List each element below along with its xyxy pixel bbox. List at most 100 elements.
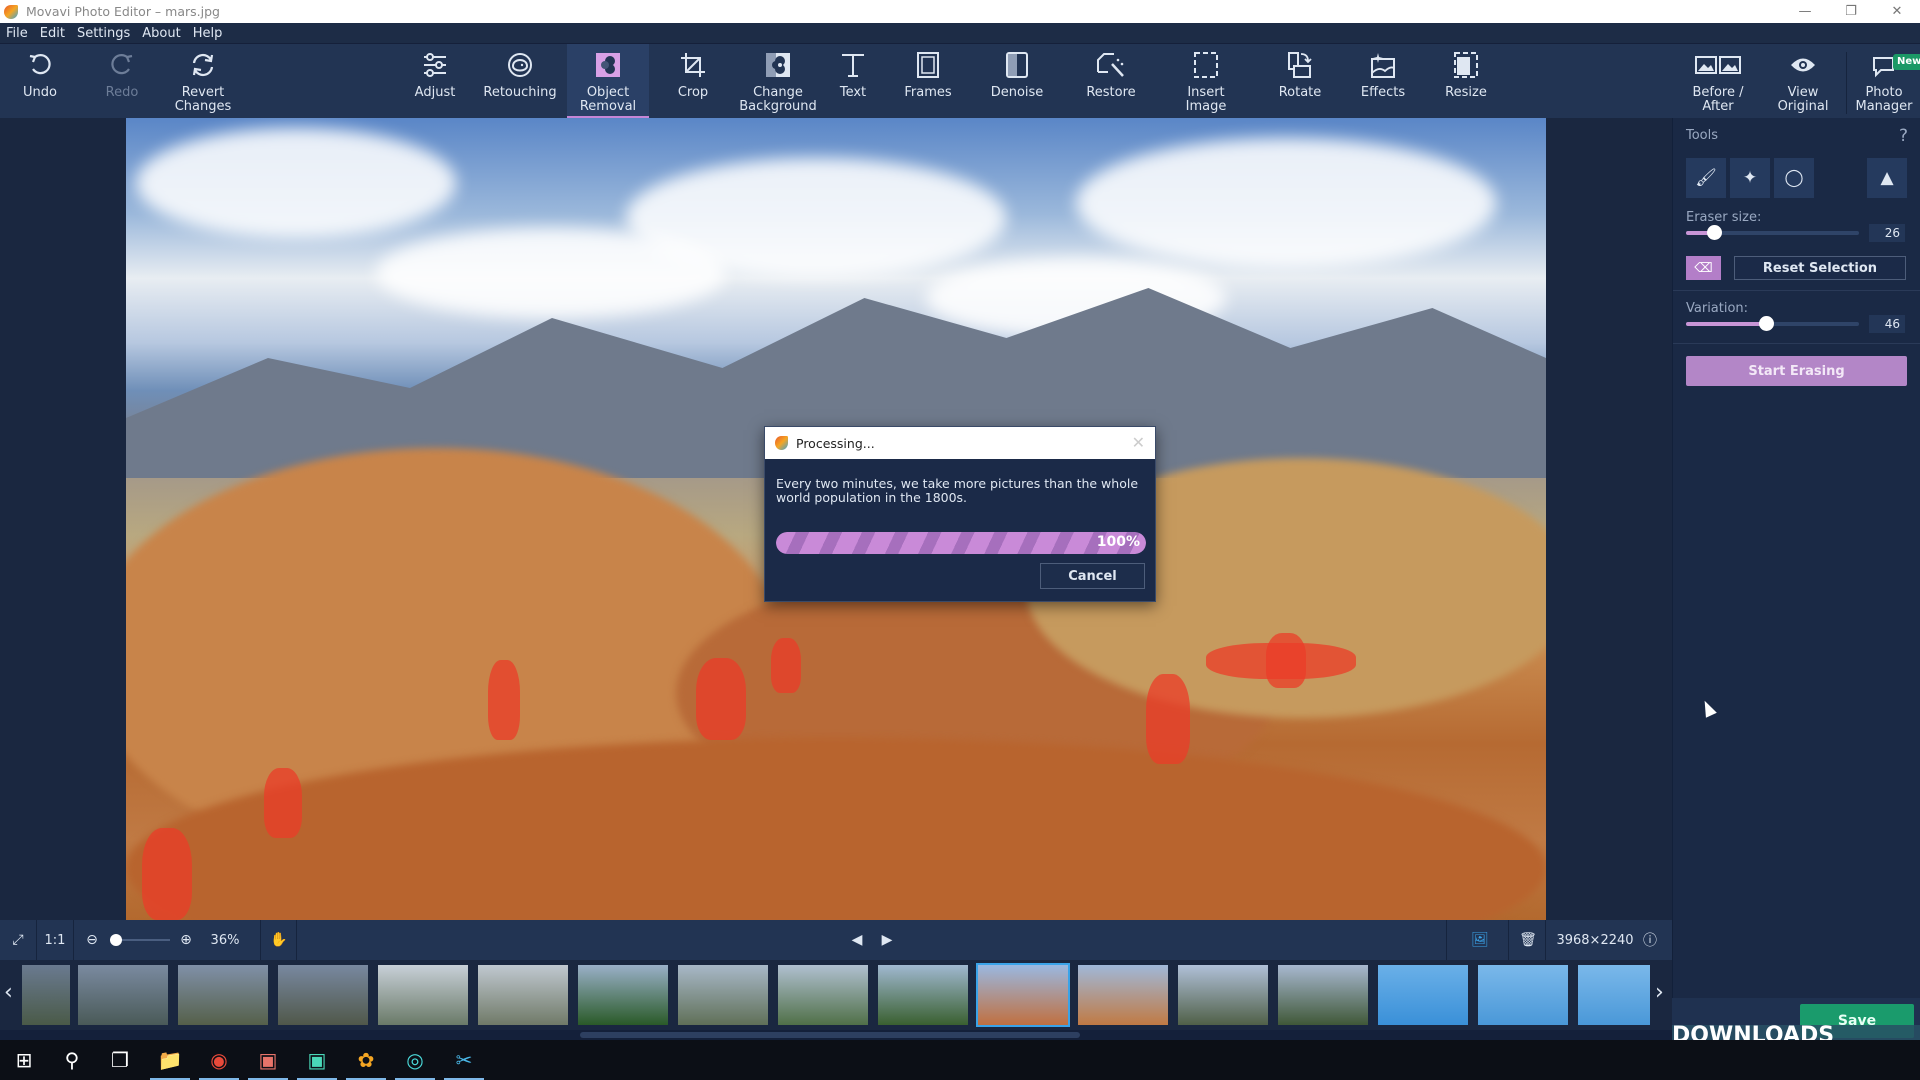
lasso-tool-button[interactable]: ◯ xyxy=(1774,158,1814,198)
view-original-button[interactable]: View Original xyxy=(1772,44,1834,118)
tool-resize[interactable]: Resize xyxy=(1435,44,1497,118)
thumbnail[interactable] xyxy=(1378,965,1468,1025)
app-logo-icon xyxy=(4,4,18,19)
start-erasing-button[interactable]: Start Erasing xyxy=(1686,356,1907,386)
canvas-area: Processing... ✕ Every two minutes, we ta… xyxy=(0,118,1672,920)
thumbnail[interactable] xyxy=(1278,965,1368,1025)
menu-about[interactable]: About xyxy=(136,26,186,41)
divider xyxy=(1673,343,1920,344)
variation-value[interactable]: 46 xyxy=(1869,315,1905,333)
cancel-button[interactable]: Cancel xyxy=(1040,563,1145,589)
before-after-button[interactable]: Before / After xyxy=(1688,44,1748,118)
reset-selection-button[interactable]: Reset Selection xyxy=(1734,256,1906,280)
taskbar-video-editor[interactable]: ▣ xyxy=(244,1040,292,1080)
tool-retouching[interactable]: Retouching xyxy=(480,44,560,118)
thumbnail[interactable] xyxy=(178,965,268,1025)
magic-wand-tool-button[interactable]: ✦ xyxy=(1730,158,1770,198)
menu-edit[interactable]: Edit xyxy=(34,26,71,41)
taskbar-chrome[interactable]: ◉ xyxy=(195,1040,243,1080)
help-icon[interactable]: ? xyxy=(1899,126,1908,146)
brush-tool-button[interactable]: 🖌 xyxy=(1686,158,1726,198)
thumbnail[interactable] xyxy=(1478,965,1568,1025)
task-view-button[interactable]: ❐ xyxy=(96,1040,144,1080)
progress-label: 100% xyxy=(1096,534,1140,550)
thumbnail[interactable] xyxy=(22,965,70,1025)
thumbnail[interactable] xyxy=(378,965,468,1025)
slider-handle[interactable] xyxy=(1758,316,1774,331)
variation-slider[interactable] xyxy=(1686,316,1859,331)
selected-object xyxy=(142,828,192,920)
zoom-out-button[interactable]: ⊖ xyxy=(80,920,104,960)
tool-insert-image[interactable]: Insert Image xyxy=(1175,44,1237,118)
scrollbar-thumb[interactable] xyxy=(580,1032,1080,1038)
window-controls: — ❐ ✕ xyxy=(1782,0,1920,23)
actual-size-button[interactable]: 1:1 xyxy=(37,920,73,960)
thumbnail[interactable] xyxy=(478,965,568,1025)
restore-button[interactable]: ❐ xyxy=(1828,0,1874,23)
frame-icon xyxy=(917,52,939,78)
close-button[interactable]: ✕ xyxy=(1874,0,1920,23)
filmstrip-next-icon[interactable]: › xyxy=(1655,980,1664,1005)
view-controls-bar: ⤢ 1:1 ⊖ ⊕ 36% ✋ ◀ ▶ 🖼 🗑 3968×2240 ⓘ xyxy=(0,920,1672,960)
thumbnail[interactable] xyxy=(678,965,768,1025)
tool-restore[interactable]: Restore xyxy=(1075,44,1147,118)
minimize-button[interactable]: — xyxy=(1782,0,1828,23)
search-button[interactable]: ⚲ xyxy=(48,1040,96,1080)
tool-frames[interactable]: Frames xyxy=(898,44,958,118)
thumbnail[interactable] xyxy=(878,965,968,1025)
eraser-size-slider[interactable] xyxy=(1686,225,1859,240)
thumbnail[interactable] xyxy=(1578,965,1650,1025)
stamp-tool-button[interactable]: ▲ xyxy=(1867,158,1907,198)
crop-icon xyxy=(681,53,705,77)
tool-adjust[interactable]: Adjust xyxy=(405,44,465,118)
redo-button[interactable]: Redo xyxy=(92,44,152,118)
taskbar-file-explorer[interactable]: 📁 xyxy=(146,1040,194,1080)
start-button[interactable]: ⊞ xyxy=(0,1040,48,1080)
menu-help[interactable]: Help xyxy=(187,26,229,41)
taskbar-photo-editor[interactable]: ✿ xyxy=(342,1040,390,1080)
thumbnail-selected[interactable] xyxy=(976,963,1070,1027)
object-removal-panel: Tools ? 🖌 ✦ ◯ ▲ Eraser size: 26 ⌫ Reset … xyxy=(1672,118,1920,998)
filmstrip-prev-icon[interactable]: ‹ xyxy=(4,980,13,1005)
taskbar-screen-capture[interactable]: ✂ xyxy=(440,1040,488,1080)
revert-changes-button[interactable]: Revert Changes xyxy=(168,44,238,118)
filmstrip: ‹ › xyxy=(0,960,1672,1030)
thumbnail[interactable] xyxy=(1178,965,1268,1025)
thumbnail[interactable] xyxy=(78,965,168,1025)
variation-label: Variation: xyxy=(1686,301,1749,316)
filmstrip-toggle-button[interactable]: 🖼 xyxy=(1450,920,1510,960)
tool-text[interactable]: Text xyxy=(823,44,883,118)
thumbnail[interactable] xyxy=(578,965,668,1025)
eraser-size-value[interactable]: 26 xyxy=(1869,224,1905,242)
previous-image-button[interactable]: ◀ xyxy=(845,920,869,960)
thumbnail[interactable] xyxy=(278,965,368,1025)
slider-handle[interactable] xyxy=(1706,225,1722,240)
zoom-slider-handle[interactable] xyxy=(110,934,122,946)
tool-crop[interactable]: Crop xyxy=(663,44,723,118)
thumbnail[interactable] xyxy=(778,965,868,1025)
dialog-close-icon[interactable]: ✕ xyxy=(1132,433,1145,452)
eraser-button[interactable]: ⌫ xyxy=(1686,256,1721,280)
tool-change-background[interactable]: Change Background xyxy=(732,44,824,118)
zoom-in-button[interactable]: ⊕ xyxy=(174,920,198,960)
info-button[interactable]: ⓘ xyxy=(1638,920,1662,960)
taskbar-app-owl[interactable]: ◎ xyxy=(391,1040,439,1080)
tool-denoise[interactable]: Denoise xyxy=(982,44,1052,118)
menu-file[interactable]: File xyxy=(0,26,34,41)
tool-object-removal[interactable]: Object Removal xyxy=(567,44,649,118)
selected-object xyxy=(696,658,746,740)
thumbnail[interactable] xyxy=(1078,965,1168,1025)
tool-effects[interactable]: Effects xyxy=(1352,44,1414,118)
undo-button[interactable]: Undo xyxy=(10,44,70,118)
taskbar-video-editor-2[interactable]: ▣ xyxy=(293,1040,341,1080)
filmstrip-scrollbar[interactable] xyxy=(0,1030,1672,1040)
hand-tool-button[interactable]: ✋ xyxy=(265,920,293,960)
delete-button[interactable]: 🗑 xyxy=(1510,920,1546,960)
window-title: Movavi Photo Editor – mars.jpg xyxy=(26,4,220,19)
fullscreen-button[interactable]: ⤢ xyxy=(0,920,36,960)
sliders-icon xyxy=(424,53,446,77)
tool-rotate[interactable]: Rotate xyxy=(1269,44,1331,118)
menu-settings[interactable]: Settings xyxy=(71,26,136,41)
photo-manager-button[interactable]: New Photo Manager xyxy=(1850,44,1920,118)
next-image-button[interactable]: ▶ xyxy=(875,920,899,960)
